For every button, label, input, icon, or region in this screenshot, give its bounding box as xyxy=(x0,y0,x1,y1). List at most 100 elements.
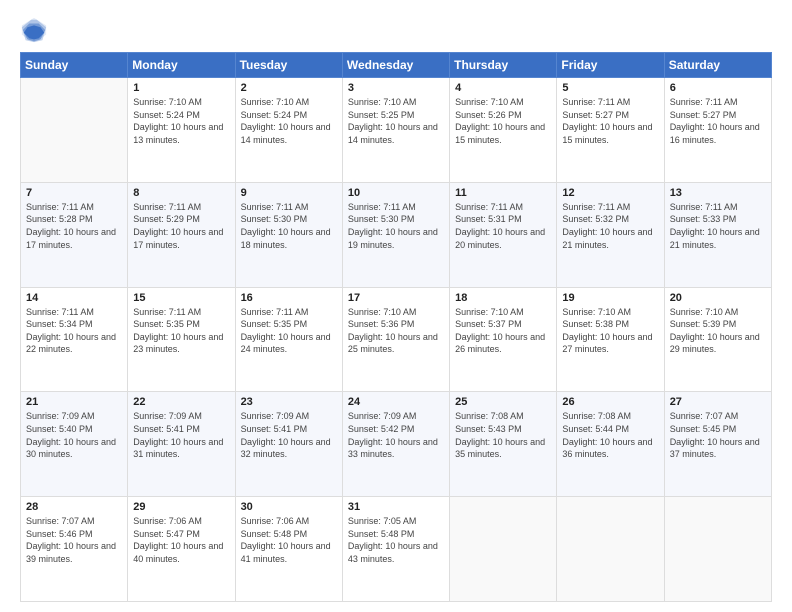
day-number: 13 xyxy=(670,187,766,199)
calendar-cell xyxy=(557,497,664,602)
calendar-cell xyxy=(664,497,771,602)
day-info: Sunrise: 7:05 AMSunset: 5:48 PMDaylight:… xyxy=(348,515,444,565)
calendar-cell: 25Sunrise: 7:08 AMSunset: 5:43 PMDayligh… xyxy=(450,392,557,497)
day-info: Sunrise: 7:09 AMSunset: 5:41 PMDaylight:… xyxy=(133,410,229,460)
calendar-cell: 14 Sunrise: 7:11 AMSunset: 5:34 PMDayligh… xyxy=(21,287,128,392)
day-info: Sunrise: 7:11 AMSunset: 5:27 PMDaylight:… xyxy=(670,96,766,146)
day-info: Sunrise: 7:11 AMSunset: 5:30 PMDaylight:… xyxy=(241,201,337,251)
day-number: 17 xyxy=(348,292,444,304)
weekday-header-monday: Monday xyxy=(128,53,235,78)
week-row-0: 1 Sunrise: 7:10 AMSunset: 5:24 PMDaylight… xyxy=(21,78,772,183)
calendar-cell: 8Sunrise: 7:11 AMSunset: 5:29 PMDaylight… xyxy=(128,182,235,287)
weekday-header-sunday: Sunday xyxy=(21,53,128,78)
day-info: Sunrise: 7:10 AMSunset: 5:24 PMDaylight:… xyxy=(241,96,337,146)
weekday-header-friday: Friday xyxy=(557,53,664,78)
day-number: 29 xyxy=(133,501,229,513)
calendar-cell: 1 Sunrise: 7:10 AMSunset: 5:24 PMDaylight… xyxy=(128,78,235,183)
day-info: Sunrise: 7:11 AMSunset: 5:27 PMDaylight:… xyxy=(562,96,658,146)
day-number: 18 xyxy=(455,292,551,304)
day-number: 16 xyxy=(241,292,337,304)
week-row-4: 28 Sunrise: 7:07 AMSunset: 5:46 PMDayligh… xyxy=(21,497,772,602)
week-row-3: 21Sunrise: 7:09 AMSunset: 5:40 PMDayligh… xyxy=(21,392,772,497)
calendar-cell: 13 Sunrise: 7:11 AMSunset: 5:33 PMDayligh… xyxy=(664,182,771,287)
day-number: 22 xyxy=(133,396,229,408)
day-info: Sunrise: 7:11 AMSunset: 5:33 PMDaylight:… xyxy=(670,201,766,251)
calendar-cell: 19 Sunrise: 7:10 AMSunset: 5:38 PMDayligh… xyxy=(557,287,664,392)
day-number: 7 xyxy=(26,187,122,199)
day-number: 12 xyxy=(562,187,658,199)
weekday-header-tuesday: Tuesday xyxy=(235,53,342,78)
day-info: Sunrise: 7:07 AMSunset: 5:45 PMDaylight:… xyxy=(670,410,766,460)
calendar-cell: 11 Sunrise: 7:11 AMSunset: 5:31 PMDayligh… xyxy=(450,182,557,287)
day-number: 19 xyxy=(562,292,658,304)
calendar-cell xyxy=(450,497,557,602)
calendar-cell: 16 Sunrise: 7:11 AMSunset: 5:35 PMDayligh… xyxy=(235,287,342,392)
day-number: 2 xyxy=(241,82,337,94)
day-info: Sunrise: 7:10 AMSunset: 5:25 PMDaylight:… xyxy=(348,96,444,146)
calendar-cell: 3Sunrise: 7:10 AMSunset: 5:25 PMDaylight… xyxy=(342,78,449,183)
day-number: 26 xyxy=(562,396,658,408)
calendar-cell: 7 Sunrise: 7:11 AMSunset: 5:28 PMDaylight… xyxy=(21,182,128,287)
day-number: 6 xyxy=(670,82,766,94)
calendar-cell: 20Sunrise: 7:10 AMSunset: 5:39 PMDayligh… xyxy=(664,287,771,392)
day-number: 8 xyxy=(133,187,229,199)
day-info: Sunrise: 7:11 AMSunset: 5:28 PMDaylight:… xyxy=(26,201,122,251)
weekday-header-wednesday: Wednesday xyxy=(342,53,449,78)
page: SundayMondayTuesdayWednesdayThursdayFrid… xyxy=(0,0,792,612)
calendar-cell: 22 Sunrise: 7:09 AMSunset: 5:41 PMDayligh… xyxy=(128,392,235,497)
calendar-cell: 2 Sunrise: 7:10 AMSunset: 5:24 PMDaylight… xyxy=(235,78,342,183)
day-number: 31 xyxy=(348,501,444,513)
calendar-cell: 12 Sunrise: 7:11 AMSunset: 5:32 PMDayligh… xyxy=(557,182,664,287)
day-info: Sunrise: 7:09 AMSunset: 5:42 PMDaylight:… xyxy=(348,410,444,460)
day-info: Sunrise: 7:11 AMSunset: 5:35 PMDaylight:… xyxy=(241,306,337,356)
day-info: Sunrise: 7:10 AMSunset: 5:26 PMDaylight:… xyxy=(455,96,551,146)
calendar-cell: 29 Sunrise: 7:06 AMSunset: 5:47 PMDayligh… xyxy=(128,497,235,602)
calendar-cell: 27Sunrise: 7:07 AMSunset: 5:45 PMDayligh… xyxy=(664,392,771,497)
day-number: 30 xyxy=(241,501,337,513)
day-info: Sunrise: 7:10 AMSunset: 5:39 PMDaylight:… xyxy=(670,306,766,356)
day-number: 5 xyxy=(562,82,658,94)
day-info: Sunrise: 7:09 AMSunset: 5:41 PMDaylight:… xyxy=(241,410,337,460)
calendar-cell: 23 Sunrise: 7:09 AMSunset: 5:41 PMDayligh… xyxy=(235,392,342,497)
calendar-cell: 31 Sunrise: 7:05 AMSunset: 5:48 PMDayligh… xyxy=(342,497,449,602)
day-info: Sunrise: 7:06 AMSunset: 5:48 PMDaylight:… xyxy=(241,515,337,565)
day-info: Sunrise: 7:06 AMSunset: 5:47 PMDaylight:… xyxy=(133,515,229,565)
day-number: 1 xyxy=(133,82,229,94)
day-info: Sunrise: 7:11 AMSunset: 5:32 PMDaylight:… xyxy=(562,201,658,251)
day-number: 11 xyxy=(455,187,551,199)
calendar-cell: 21Sunrise: 7:09 AMSunset: 5:40 PMDayligh… xyxy=(21,392,128,497)
day-number: 23 xyxy=(241,396,337,408)
week-row-1: 7 Sunrise: 7:11 AMSunset: 5:28 PMDaylight… xyxy=(21,182,772,287)
weekday-header-thursday: Thursday xyxy=(450,53,557,78)
day-number: 4 xyxy=(455,82,551,94)
day-info: Sunrise: 7:08 AMSunset: 5:43 PMDaylight:… xyxy=(455,410,551,460)
day-number: 15 xyxy=(133,292,229,304)
calendar-table: SundayMondayTuesdayWednesdayThursdayFrid… xyxy=(20,52,772,602)
calendar-cell: 26Sunrise: 7:08 AMSunset: 5:44 PMDayligh… xyxy=(557,392,664,497)
day-info: Sunrise: 7:11 AMSunset: 5:34 PMDaylight:… xyxy=(26,306,122,356)
calendar-cell: 4 Sunrise: 7:10 AMSunset: 5:26 PMDaylight… xyxy=(450,78,557,183)
calendar-cell: 15Sunrise: 7:11 AMSunset: 5:35 PMDayligh… xyxy=(128,287,235,392)
day-number: 21 xyxy=(26,396,122,408)
weekday-header-saturday: Saturday xyxy=(664,53,771,78)
day-number: 28 xyxy=(26,501,122,513)
calendar-cell: 28 Sunrise: 7:07 AMSunset: 5:46 PMDayligh… xyxy=(21,497,128,602)
day-number: 9 xyxy=(241,187,337,199)
day-number: 14 xyxy=(26,292,122,304)
day-info: Sunrise: 7:10 AMSunset: 5:36 PMDaylight:… xyxy=(348,306,444,356)
calendar-cell: 5 Sunrise: 7:11 AMSunset: 5:27 PMDaylight… xyxy=(557,78,664,183)
calendar-cell: 30 Sunrise: 7:06 AMSunset: 5:48 PMDayligh… xyxy=(235,497,342,602)
calendar-cell: 9 Sunrise: 7:11 AMSunset: 5:30 PMDaylight… xyxy=(235,182,342,287)
day-info: Sunrise: 7:10 AMSunset: 5:38 PMDaylight:… xyxy=(562,306,658,356)
calendar-cell xyxy=(21,78,128,183)
logo xyxy=(20,16,52,44)
day-number: 10 xyxy=(348,187,444,199)
calendar-cell: 24Sunrise: 7:09 AMSunset: 5:42 PMDayligh… xyxy=(342,392,449,497)
day-info: Sunrise: 7:07 AMSunset: 5:46 PMDaylight:… xyxy=(26,515,122,565)
day-info: Sunrise: 7:11 AMSunset: 5:31 PMDaylight:… xyxy=(455,201,551,251)
header xyxy=(20,16,772,44)
calendar-cell: 17 Sunrise: 7:10 AMSunset: 5:36 PMDayligh… xyxy=(342,287,449,392)
weekday-header-row: SundayMondayTuesdayWednesdayThursdayFrid… xyxy=(21,53,772,78)
day-info: Sunrise: 7:10 AMSunset: 5:37 PMDaylight:… xyxy=(455,306,551,356)
day-info: Sunrise: 7:10 AMSunset: 5:24 PMDaylight:… xyxy=(133,96,229,146)
